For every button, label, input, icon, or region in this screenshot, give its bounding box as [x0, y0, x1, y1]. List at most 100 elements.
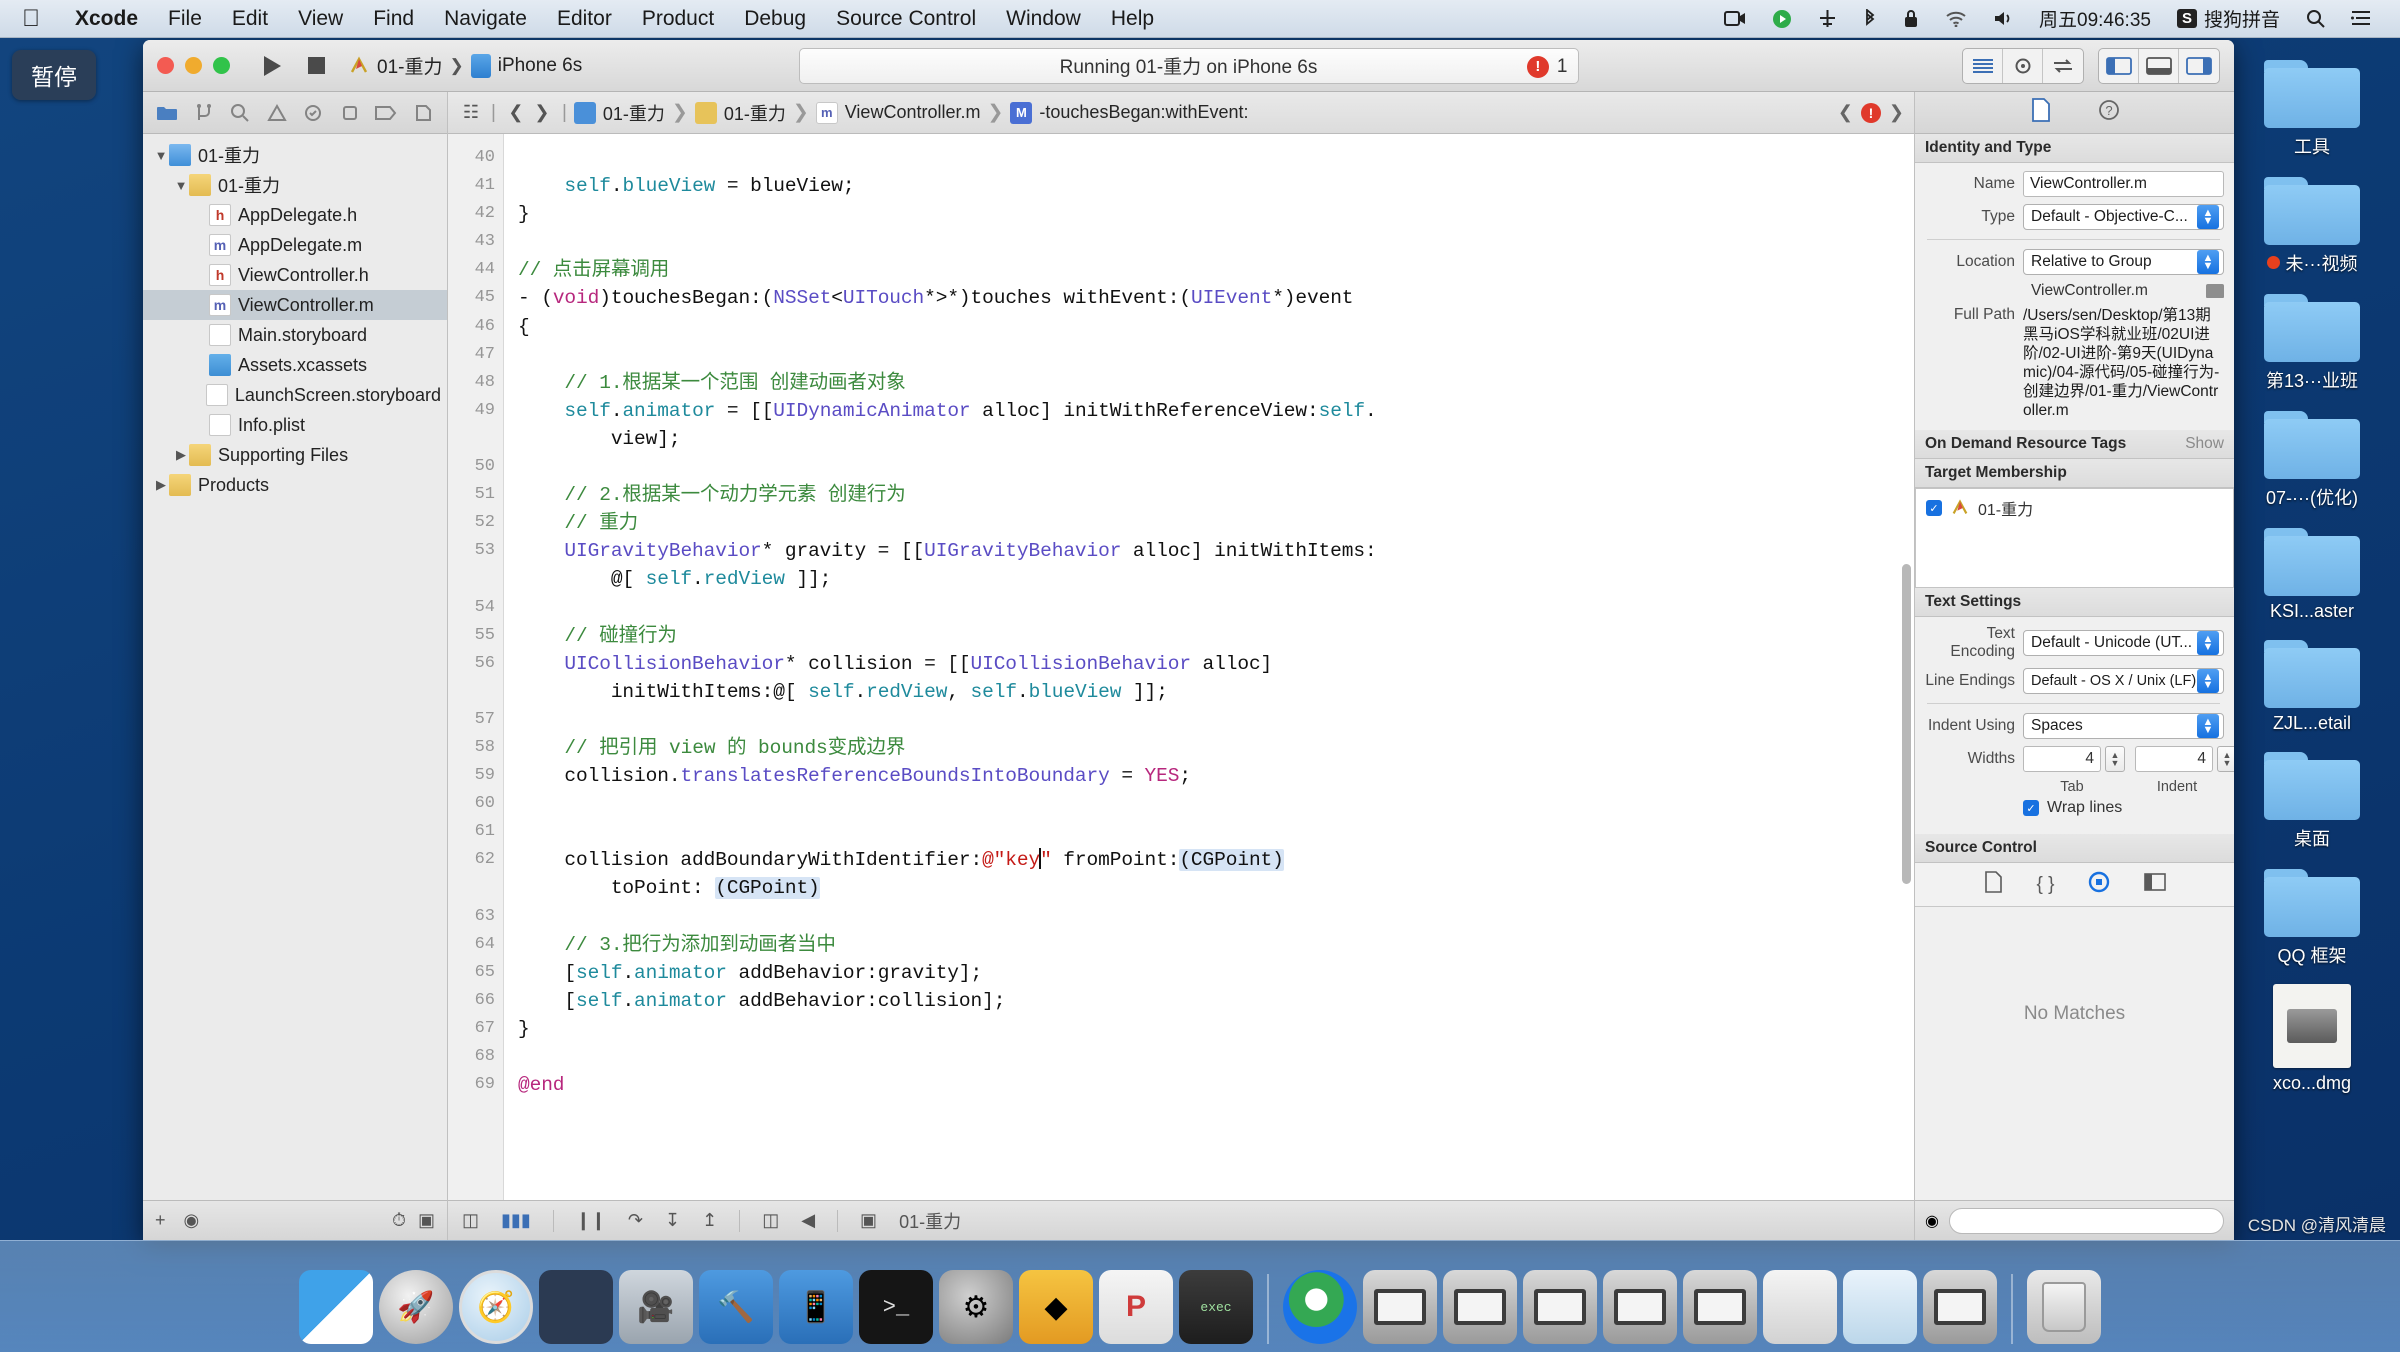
menu-edit[interactable]: Edit — [217, 7, 283, 31]
breadcrumb-item[interactable]: 01-重力 — [694, 100, 786, 126]
assistant-editor-button[interactable] — [2003, 48, 2043, 83]
apple-icon[interactable]:  — [22, 6, 40, 31]
dock-item-terminal[interactable]: >_ — [859, 1270, 933, 1344]
volume-icon[interactable] — [1980, 10, 2026, 27]
lock-icon[interactable] — [1890, 9, 1932, 28]
file-tree-row[interactable]: ▶hAppDelegate.h — [143, 200, 447, 230]
notification-center-icon[interactable] — [2338, 10, 2384, 27]
file-tree[interactable]: ▼ 01-重力 ▼ 01-重力 ▶ h AppDelegate.h ▶ m AppDelegate… — [143, 134, 447, 1200]
error-badge-icon[interactable]: ! — [1860, 102, 1881, 123]
zoom-button[interactable] — [213, 57, 230, 74]
name-field[interactable]: ViewController.m — [2023, 171, 2224, 197]
play-circle-icon[interactable] — [1759, 9, 1805, 29]
file-tree-row[interactable]: ▶ Supporting Files — [143, 440, 447, 470]
close-button[interactable] — [157, 57, 174, 74]
twisty-down-icon[interactable]: ▼ — [173, 178, 189, 193]
indent-width-stepper[interactable]: ▲ ▼ — [2217, 746, 2234, 772]
code-editor[interactable]: 40 41 42 43 44 45 46 47 48 49 50 51 52 53 54 55 56 57 58 59… — [448, 134, 1914, 1200]
choose-folder-icon[interactable] — [2206, 284, 2224, 298]
breadcrumb-item[interactable]: M -touchesBegan:withEvent: — [1010, 101, 1249, 124]
editor-scrollbar[interactable] — [1902, 564, 1911, 884]
type-popup[interactable]: Default - Objective-C... ▲ ▼ — [2023, 204, 2224, 230]
chevron-right-icon[interactable]: ❯ — [1889, 102, 1904, 123]
desktop-icon[interactable]: 工具 — [2247, 58, 2377, 159]
file-tree-row[interactable]: ▶mAppDelegate.m — [143, 230, 447, 260]
dock-minimized-screen-sharing-2[interactable] — [1443, 1270, 1517, 1344]
target-checkbox[interactable]: ✓ — [1926, 500, 1942, 516]
dock-item-finder[interactable] — [299, 1270, 373, 1344]
wrap-lines-row[interactable]: ✓ Wrap lines — [1923, 799, 2224, 817]
file-tree-row[interactable]: ▼ 01-重力 — [143, 140, 447, 170]
source-control-filter-icon[interactable]: ▣ — [418, 1210, 435, 1231]
quick-help-icon[interactable]: ? — [2098, 99, 2120, 126]
dock-item-xcode[interactable]: 🔨 — [699, 1270, 773, 1344]
dock-minimized-safari-page[interactable] — [1843, 1270, 1917, 1344]
dock-minimized-screen-sharing-1[interactable] — [1363, 1270, 1437, 1344]
desktop-icon[interactable]: 未···视频 — [2247, 175, 2377, 276]
trash-icon[interactable] — [2027, 1270, 2101, 1344]
target-circle-icon[interactable] — [2088, 871, 2110, 898]
dock-item-launchpad[interactable]: 🚀 — [379, 1270, 453, 1344]
pause-overlay-button[interactable]: 暂停 — [12, 50, 96, 100]
file-tree-row[interactable]: ▶ Products — [143, 470, 447, 500]
menu-source-control[interactable]: Source Control — [821, 7, 991, 31]
dock-minimized-preview-document[interactable] — [1763, 1270, 1837, 1344]
navigator-tab-tests[interactable] — [298, 99, 328, 127]
navigator-tab-debug[interactable] — [335, 99, 365, 127]
wifi-icon[interactable] — [1932, 11, 1980, 27]
menu-xcode[interactable]: Xcode — [60, 7, 153, 31]
view-hierarchy-icon[interactable]: ◫ — [762, 1210, 779, 1231]
screen-record-icon[interactable] — [1711, 10, 1759, 27]
file-tree-row[interactable]: ▶Info.plist — [143, 410, 447, 440]
standard-editor-button[interactable] — [1963, 48, 2003, 83]
spotlight-search-icon[interactable] — [2293, 9, 2338, 28]
desktop-icon[interactable]: ZJL...etail — [2247, 638, 2377, 734]
navigator-tab-breakpoints[interactable] — [371, 99, 401, 127]
twisty-right-icon[interactable]: ▶ — [153, 477, 169, 493]
file-doc-icon[interactable] — [1983, 871, 2003, 898]
dock-item-mouse-app[interactable] — [539, 1270, 613, 1344]
file-tree-row[interactable]: ▶hViewController.h — [143, 260, 447, 290]
line-endings-popup[interactable]: Default - OS X / Unix (LF) ▲ ▼ — [2023, 668, 2224, 694]
navigator-tab-project[interactable] — [152, 99, 182, 127]
file-tree-row[interactable]: ▶LaunchScreen.storyboard — [143, 380, 447, 410]
dock-item-exec[interactable]: exec — [1179, 1270, 1253, 1344]
folder-breakpoint-icon[interactable]: ▮▮▮ — [501, 1210, 531, 1231]
dock-item-pycharm[interactable]: P — [1099, 1270, 1173, 1344]
file-tree-row[interactable]: ▶mViewController.m — [143, 290, 447, 320]
menu-help[interactable]: Help — [1096, 7, 1169, 31]
minimize-button[interactable] — [185, 57, 202, 74]
location-icon[interactable]: ◀ — [801, 1210, 815, 1231]
desktop-icon[interactable]: 桌面 — [2247, 750, 2377, 851]
dock-item-xcode-beta[interactable]: 📱 — [779, 1270, 853, 1344]
desktop-icon[interactable]: xco...dmg — [2247, 984, 2377, 1094]
chevron-right-icon[interactable]: ❯ — [529, 100, 555, 126]
file-inspector-icon[interactable] — [2030, 98, 2052, 127]
desktop-icon[interactable]: KSI...aster — [2247, 526, 2377, 622]
run-button[interactable] — [250, 49, 294, 83]
dock-minimized-screen-sharing-4[interactable] — [1603, 1270, 1677, 1344]
navigator-tab-source-control[interactable] — [189, 99, 219, 127]
breadcrumb-item[interactable]: 01-重力 — [573, 100, 665, 126]
dock-item-safari[interactable]: 🧭 — [459, 1270, 533, 1344]
menu-debug[interactable]: Debug — [729, 7, 821, 31]
desktop-icon[interactable]: QQ 框架 — [2247, 867, 2377, 968]
dock-minimized-screen-sharing-3[interactable] — [1523, 1270, 1597, 1344]
location-popup[interactable]: Relative to Group ▲ ▼ — [2023, 249, 2224, 275]
recent-clock-icon[interactable]: ⏱ — [392, 1210, 406, 1231]
menu-editor[interactable]: Editor — [542, 7, 627, 31]
chevron-left-icon[interactable]: ❮ — [503, 100, 529, 126]
step-into-icon[interactable]: ↧ — [665, 1210, 680, 1231]
twisty-down-icon[interactable]: ▼ — [153, 148, 169, 163]
tab-width-field[interactable]: 4 — [2023, 746, 2101, 772]
encoding-popup[interactable]: Default - Unicode (UT... ▲ ▼ — [2023, 630, 2224, 656]
bluetooth-icon[interactable] — [1850, 8, 1890, 29]
inspector-search-field[interactable] — [1948, 1207, 2224, 1234]
menubar-clock[interactable]: 周五09:46:35 — [2026, 5, 2164, 32]
toggle-debug-button[interactable] — [2139, 48, 2179, 83]
tab-width-stepper[interactable]: ▲ ▼ — [2105, 746, 2125, 772]
airplane-icon[interactable] — [1805, 9, 1850, 28]
chevron-left-icon[interactable]: ❮ — [1838, 102, 1853, 123]
filter-icon[interactable]: ◉ — [1925, 1211, 1939, 1231]
split-panel-icon[interactable] — [2144, 873, 2167, 896]
